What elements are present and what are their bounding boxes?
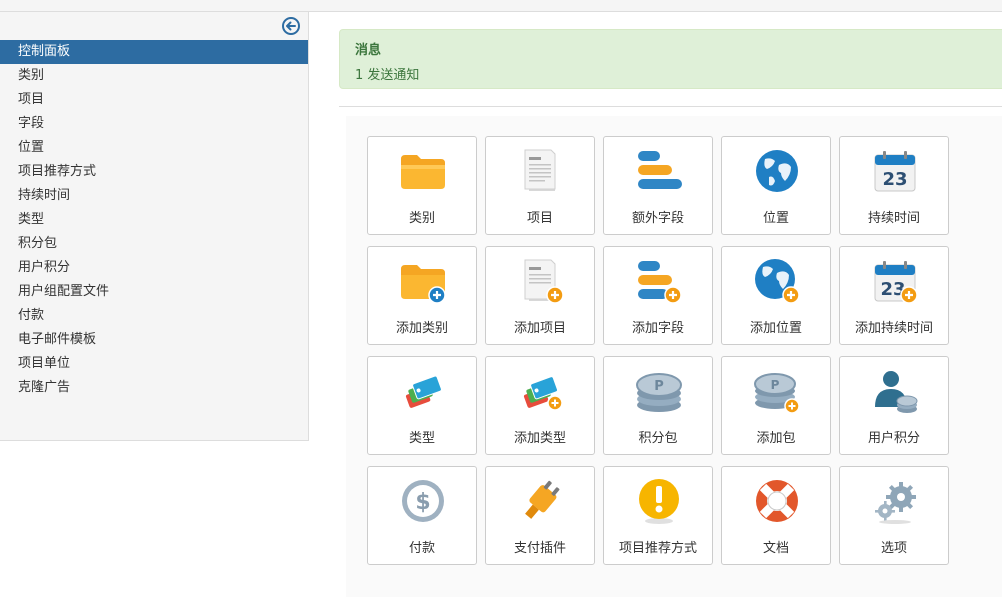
tile-label: 项目 bbox=[526, 211, 553, 226]
tile-label: 类别 bbox=[408, 211, 435, 226]
tile-label: 项目推荐方式 bbox=[618, 541, 697, 556]
tile-payments[interactable]: $ 付款 bbox=[367, 466, 477, 565]
svg-text:P: P bbox=[771, 378, 780, 392]
plug-icon bbox=[525, 480, 560, 519]
calendar-add-icon: 23 bbox=[874, 261, 918, 304]
tile-user-points[interactable]: 用户积分 bbox=[839, 356, 949, 455]
folder-icon bbox=[401, 155, 445, 189]
tile-add-item[interactable]: 添加项目 bbox=[485, 246, 595, 345]
sidebar-item-point-packages[interactable]: 积分包 bbox=[0, 232, 308, 256]
fields-add-icon bbox=[638, 261, 682, 304]
tile-add-field[interactable]: 添加字段 bbox=[603, 246, 713, 345]
tile-label: 添加项目 bbox=[513, 321, 566, 336]
calendar-day-text: 23 bbox=[882, 169, 907, 190]
tile-add-category[interactable]: 添加类别 bbox=[367, 246, 477, 345]
tile-label: 添加持续时间 bbox=[854, 321, 933, 336]
tile-label: 添加包 bbox=[756, 431, 796, 446]
tile-add-location[interactable]: 添加位置 bbox=[721, 246, 831, 345]
tile-label: 文档 bbox=[762, 541, 789, 556]
sidebar-item-durations[interactable]: 持续时间 bbox=[0, 184, 308, 208]
sidebar-item-types[interactable]: 类型 bbox=[0, 208, 308, 232]
sidebar-item-items[interactable]: 项目 bbox=[0, 88, 308, 112]
tile-point-packages[interactable]: P 积分包 bbox=[603, 356, 713, 455]
tags-icon bbox=[405, 375, 442, 408]
tile-label: 添加位置 bbox=[749, 321, 802, 336]
user-coins-icon bbox=[875, 371, 918, 413]
tile-label: 付款 bbox=[408, 541, 435, 556]
tile-label: 额外字段 bbox=[631, 211, 684, 226]
tile-label: 支付插件 bbox=[513, 541, 566, 556]
sidebar-item-categories[interactable]: 类别 bbox=[0, 64, 308, 88]
alert-title: 消息 bbox=[355, 43, 382, 58]
tags-add-icon bbox=[523, 376, 563, 411]
dashboard-panel: 类别 项目 额外字段 位置 23 持续时间 添加类别 添加项目 添加字段 添加位… bbox=[346, 116, 1002, 597]
tile-add-type[interactable]: 添加类型 bbox=[485, 356, 595, 455]
tile-label: 类型 bbox=[408, 431, 435, 446]
lifebuoy-icon bbox=[756, 480, 798, 522]
tile-label: 积分包 bbox=[638, 431, 678, 446]
exclamation-icon bbox=[639, 479, 679, 524]
gears-icon bbox=[875, 482, 916, 524]
globe-icon bbox=[756, 150, 798, 192]
tile-label: 位置 bbox=[762, 211, 789, 226]
sidebar-item-locations[interactable]: 位置 bbox=[0, 136, 308, 160]
tile-label: 选项 bbox=[880, 541, 907, 556]
sidebar: 控制面板 类别 项目 字段 位置 项目推荐方式 持续时间 类型 积分包 用户积分… bbox=[0, 12, 309, 441]
tile-documentation[interactable]: 文档 bbox=[721, 466, 831, 565]
svg-text:P: P bbox=[654, 379, 664, 394]
arrow-left-icon bbox=[286, 21, 296, 31]
folder-add-icon bbox=[401, 265, 446, 304]
tile-label: 添加类型 bbox=[513, 431, 566, 446]
sidebar-item-item-units[interactable]: 项目单位 bbox=[0, 352, 308, 376]
tile-payment-plugins[interactable]: 支付插件 bbox=[485, 466, 595, 565]
sidebar-item-clone-ads[interactable]: 克隆广告 bbox=[0, 376, 308, 400]
sidebar-menu: 控制面板 类别 项目 字段 位置 项目推荐方式 持续时间 类型 积分包 用户积分… bbox=[0, 40, 308, 400]
calendar-icon: 23 bbox=[874, 151, 916, 192]
coins-add-icon: P bbox=[754, 373, 800, 414]
tile-label: 添加字段 bbox=[631, 321, 684, 336]
tile-durations[interactable]: 23 持续时间 bbox=[839, 136, 949, 235]
sidebar-item-payments[interactable]: 付款 bbox=[0, 304, 308, 328]
collapse-sidebar-button[interactable] bbox=[282, 17, 300, 35]
tile-recommend-methods[interactable]: 项目推荐方式 bbox=[603, 466, 713, 565]
sidebar-item-fields[interactable]: 字段 bbox=[0, 112, 308, 136]
article-add-icon bbox=[524, 259, 564, 304]
alert-text: 1 发送通知 bbox=[355, 68, 420, 83]
svg-text:$: $ bbox=[415, 490, 430, 515]
article-icon bbox=[524, 149, 556, 191]
tile-categories[interactable]: 类别 bbox=[367, 136, 477, 235]
fields-icon bbox=[638, 151, 682, 189]
message-alert: 消息 1 发送通知 bbox=[339, 29, 1002, 89]
tile-options[interactable]: 选项 bbox=[839, 466, 949, 565]
sidebar-item-control-panel[interactable]: 控制面板 bbox=[0, 40, 308, 64]
tile-label: 持续时间 bbox=[867, 211, 920, 226]
tile-add-duration[interactable]: 23 添加持续时间 bbox=[839, 246, 949, 345]
tile-extra-fields[interactable]: 额外字段 bbox=[603, 136, 713, 235]
globe-add-icon bbox=[755, 259, 800, 304]
tile-locations[interactable]: 位置 bbox=[721, 136, 831, 235]
tile-label: 用户积分 bbox=[867, 431, 920, 446]
top-bar bbox=[0, 0, 1002, 12]
sidebar-item-user-points[interactable]: 用户积分 bbox=[0, 256, 308, 280]
tile-label: 添加类别 bbox=[395, 321, 448, 336]
tile-add-package[interactable]: P 添加包 bbox=[721, 356, 831, 455]
sidebar-item-email-templates[interactable]: 电子邮件模板 bbox=[0, 328, 308, 352]
sidebar-item-user-group-profiles[interactable]: 用户组配置文件 bbox=[0, 280, 308, 304]
sidebar-item-recommend[interactable]: 项目推荐方式 bbox=[0, 160, 308, 184]
tile-items[interactable]: 项目 bbox=[485, 136, 595, 235]
divider bbox=[339, 106, 1002, 107]
coins-icon: P bbox=[636, 373, 682, 412]
dollar-icon: $ bbox=[402, 480, 444, 522]
tile-types[interactable]: 类型 bbox=[367, 356, 477, 455]
